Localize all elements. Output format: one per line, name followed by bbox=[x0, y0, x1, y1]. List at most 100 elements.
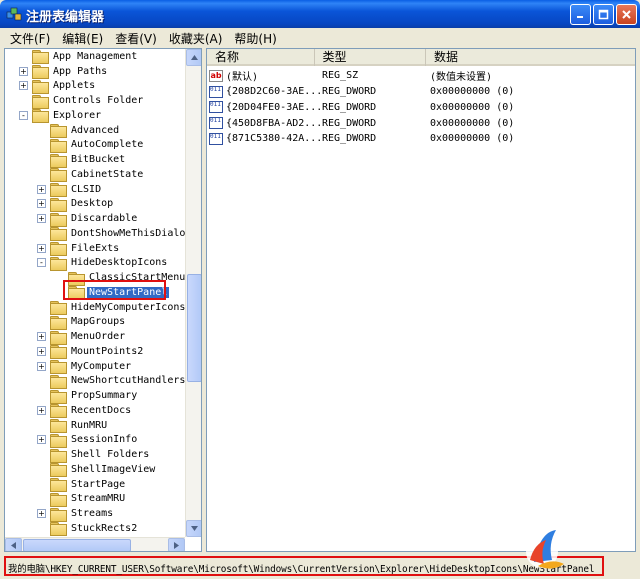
tree-item-label: AutoComplete bbox=[71, 139, 144, 151]
tree-horizontal-scrollbar[interactable] bbox=[5, 537, 185, 551]
dword-value-icon: 011 110 bbox=[209, 85, 223, 98]
value-row[interactable]: 011 110{450D8FBA-AD2...REG_DWORD 0x000000… bbox=[209, 115, 610, 131]
tree-item[interactable]: + MyComputer bbox=[37, 359, 133, 375]
folder-icon bbox=[32, 79, 49, 94]
value-row[interactable]: 011 110{871C5380-42A...REG_DWORD 0x000000… bbox=[209, 131, 610, 147]
value-name: {208D2C60-3AE... bbox=[226, 86, 320, 97]
scroll-thumb[interactable] bbox=[187, 274, 201, 382]
tree-item[interactable]: + Streams bbox=[37, 506, 115, 522]
menu-view[interactable]: 查看(V) bbox=[109, 30, 163, 47]
value-name: {20D04FE0-3AE... bbox=[226, 101, 320, 113]
minimize-button[interactable] bbox=[570, 4, 591, 25]
folder-icon bbox=[50, 168, 67, 183]
expand-icon[interactable]: + bbox=[19, 66, 28, 76]
column-header-name[interactable]: 名称 bbox=[207, 49, 315, 66]
tree-item-label: Advanced bbox=[71, 124, 120, 136]
column-header-type[interactable]: 类型 bbox=[315, 49, 426, 66]
expand-icon[interactable]: + bbox=[19, 81, 28, 91]
folder-icon bbox=[50, 315, 67, 330]
tree-item-label: MountPoints2 bbox=[71, 345, 144, 357]
tree-item[interactable]: StartPage bbox=[37, 477, 127, 493]
menu-help[interactable]: 帮助(H) bbox=[228, 30, 282, 47]
dword-value-icon: 011 110 bbox=[209, 117, 223, 129]
tree-item-label: CabinetState bbox=[71, 168, 144, 180]
tree-item-label: CLSID bbox=[71, 183, 102, 195]
tree-item[interactable]: + MountPoints2 bbox=[37, 344, 145, 360]
value-row[interactable]: 011 110{208D2C60-3AE...REG_DWORD 0x000000… bbox=[209, 84, 610, 100]
tree-item[interactable]: DontShowMeThisDialogA bbox=[37, 226, 185, 242]
registry-tree-pane: App Management + App Paths + Applets Controls… bbox=[4, 48, 202, 552]
expand-icon[interactable]: + bbox=[37, 243, 46, 253]
tree-item[interactable]: PropSummary bbox=[37, 388, 139, 404]
values-list-pane: 名称 类型 数据 ab(默认)REG_SZ(数值未设置)011 110{208D… bbox=[206, 48, 636, 552]
tree-item[interactable]: Controls Folder bbox=[19, 93, 145, 109]
tree-item[interactable]: + Discardable bbox=[37, 211, 139, 227]
tree-item[interactable]: + Applets bbox=[19, 79, 97, 94]
tree-vertical-scrollbar[interactable] bbox=[185, 49, 201, 537]
expand-icon[interactable]: + bbox=[37, 509, 46, 519]
tree-item[interactable]: + CLSID bbox=[37, 182, 103, 198]
expand-icon[interactable]: + bbox=[37, 405, 46, 415]
column-header-data[interactable]: 数据 bbox=[426, 49, 635, 66]
expand-icon[interactable]: + bbox=[37, 199, 46, 209]
collapse-icon[interactable]: - bbox=[37, 258, 46, 268]
value-name: {450D8FBA-AD2... bbox=[226, 117, 320, 129]
expand-icon[interactable]: + bbox=[37, 361, 46, 371]
menu-bar: 文件(F) 编辑(E) 查看(V) 收藏夹(A) 帮助(H) bbox=[4, 28, 636, 48]
tree-item[interactable]: AutoComplete bbox=[37, 138, 145, 153]
tree-item[interactable]: Advanced bbox=[37, 123, 121, 139]
tree-item[interactable]: + RecentDocs bbox=[37, 403, 133, 419]
tree-item-label: Discardable bbox=[71, 213, 138, 225]
tree-item[interactable]: + SessionInfo bbox=[37, 433, 139, 448]
close-button[interactable] bbox=[616, 4, 637, 25]
tree-item[interactable]: ShellImageView bbox=[37, 462, 157, 478]
folder-icon bbox=[50, 301, 67, 316]
tree-item[interactable]: App Management bbox=[19, 49, 139, 65]
tree-item[interactable]: HideMyComputerIcons bbox=[37, 300, 185, 316]
scroll-up-button[interactable] bbox=[186, 49, 201, 66]
arrow-up-icon bbox=[191, 55, 198, 60]
tree-item-label: Applets bbox=[53, 80, 96, 92]
watermark-logo bbox=[526, 530, 564, 569]
tree-item[interactable]: + Desktop bbox=[37, 197, 115, 212]
expand-icon[interactable]: + bbox=[37, 435, 46, 445]
horizontal-scroll-thumb[interactable] bbox=[23, 539, 131, 551]
folder-icon bbox=[50, 478, 67, 493]
tree-item[interactable]: StreamMRU bbox=[37, 492, 127, 507]
scroll-left-button[interactable] bbox=[5, 538, 22, 551]
tree-item[interactable]: MapGroups bbox=[37, 315, 127, 330]
value-row[interactable]: 011 110{20D04FE0-3AE...REG_DWORD 0x000000… bbox=[209, 100, 610, 116]
expand-icon[interactable]: + bbox=[37, 214, 46, 224]
scroll-down-button[interactable] bbox=[186, 520, 201, 537]
tree-item[interactable]: CabinetState bbox=[37, 167, 145, 183]
expand-icon[interactable]: + bbox=[37, 332, 46, 342]
tree-item[interactable]: - Explorer bbox=[19, 108, 103, 124]
folder-icon bbox=[50, 419, 67, 434]
tree-item[interactable]: StuckRects2 bbox=[37, 521, 139, 537]
value-type: REG_DWORD bbox=[322, 86, 377, 97]
folder-icon bbox=[50, 227, 67, 242]
tree-item[interactable]: + App Paths bbox=[19, 64, 109, 80]
collapse-icon[interactable]: - bbox=[19, 110, 28, 120]
tree-item-label: MapGroups bbox=[71, 316, 126, 328]
value-row[interactable]: ab (默认) REG_SZ (数值未设置) bbox=[209, 68, 610, 84]
tree-item[interactable]: BitBucket bbox=[37, 152, 127, 168]
tree-item-label: Shell Folders bbox=[71, 449, 150, 461]
expand-icon[interactable]: + bbox=[37, 184, 46, 194]
scroll-right-button[interactable] bbox=[168, 538, 185, 551]
tree-item[interactable]: + MenuOrder bbox=[37, 329, 127, 345]
menu-favorites[interactable]: 收藏夹(A) bbox=[163, 30, 229, 47]
title-bar[interactable]: 注册表编辑器 bbox=[0, 0, 640, 28]
tree-item-label: FileExts bbox=[71, 242, 120, 254]
expand-icon[interactable]: + bbox=[37, 346, 46, 356]
status-path: 我的电脑\HKEY_CURRENT_USER\Software\Microsof… bbox=[8, 564, 595, 575]
tree-item[interactable]: Shell Folders bbox=[37, 447, 151, 463]
tree-item-label: PropSummary bbox=[71, 390, 138, 402]
menu-edit[interactable]: 编辑(E) bbox=[56, 30, 109, 47]
menu-file[interactable]: 文件(F) bbox=[4, 30, 56, 47]
maximize-button[interactable] bbox=[593, 4, 614, 25]
tree-item[interactable]: + FileExts bbox=[37, 241, 121, 257]
tree-item[interactable]: - HideDesktopIcons bbox=[37, 256, 169, 271]
tree-item[interactable]: NewShortcutHandlers bbox=[37, 374, 185, 389]
tree-item[interactable]: RunMRU bbox=[37, 418, 109, 434]
